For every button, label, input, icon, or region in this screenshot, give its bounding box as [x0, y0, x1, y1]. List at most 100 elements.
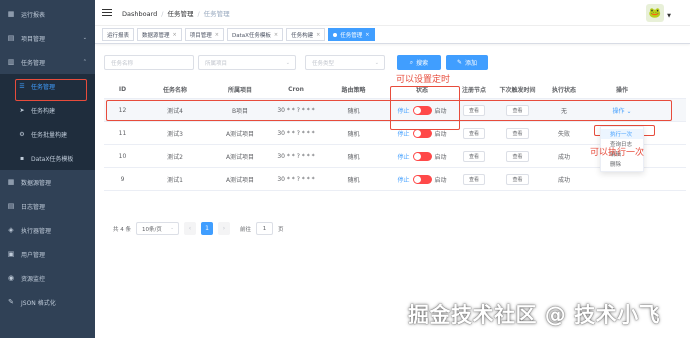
user-icon: ▣ [7, 250, 15, 258]
sidebar-item-executor[interactable]: ◈ 执行器管理 [0, 218, 95, 242]
toggle-switch[interactable] [412, 174, 432, 184]
cell-id: 11 [118, 129, 127, 137]
avatar[interactable]: 🐸 [646, 4, 664, 22]
add-button[interactable]: ✎ 添加 [446, 55, 488, 70]
sidebar-item-project[interactable]: ▤ 项目管理 ⌄ [0, 26, 95, 50]
status-switch[interactable]: 停止 启动 [397, 151, 447, 161]
cell-id: 9 [120, 175, 125, 183]
sidebar-highlight-box [15, 79, 87, 101]
cell-cron: 30 * * ? * * * [277, 129, 315, 137]
tag-label: 运行报表 [107, 32, 130, 39]
sidebar-sub-task-batch[interactable]: ⚙ 任务批量构建 [0, 122, 95, 146]
breadcrumb-home[interactable]: Dashboard [122, 10, 157, 18]
page-size-select[interactable]: 10条/页 ⌄ [136, 222, 179, 235]
goto-page-input[interactable]: 1 [256, 222, 274, 235]
annotation-exec-once: 可以执行一次 [590, 148, 645, 158]
goto-label: 前往 [240, 226, 252, 233]
cell-exec: 成功 [557, 153, 570, 161]
chevron-down-icon: ⌄ [82, 35, 87, 41]
close-icon[interactable]: × [316, 32, 320, 38]
sidebar-item-user[interactable]: ▣ 用户管理 [0, 242, 95, 266]
close-icon[interactable]: × [365, 32, 369, 38]
header-op: 操作 [615, 87, 628, 94]
sidebar-item-label: 日志管理 [21, 203, 46, 211]
switch-stop-label: 停止 [397, 153, 410, 161]
view-next-button[interactable]: 查看 [506, 150, 529, 162]
sidebar-item-report[interactable]: ▦ 运行报表 [0, 2, 95, 26]
sidebar-item-json[interactable]: ✎ JSON 格式化 [0, 290, 95, 314]
sidebar-sub-label: DataX任务模板 [31, 155, 74, 163]
header-cron: Cron [288, 86, 304, 93]
switch-start-label: 启动 [434, 176, 447, 184]
close-icon[interactable]: × [173, 32, 177, 38]
page-suffix: 页 [278, 226, 284, 233]
table-row[interactable]: 9 测试1 A测试项目 30 * * ? * * * 随机 停止 启动 查看 查看… [104, 168, 686, 191]
sidebar-item-label: JSON 格式化 [21, 299, 56, 307]
tag-task-manage[interactable]: 任务管理 × [328, 28, 375, 41]
tag-datax-template[interactable]: DataX任务模板 × [226, 28, 284, 41]
close-icon[interactable]: × [215, 32, 219, 38]
header-project: 所属项目 [227, 87, 252, 94]
search-button[interactable]: ⌕ 搜索 [397, 55, 441, 70]
sidebar-item-label: 任务管理 [21, 59, 46, 67]
sidebar: ▦ 运行报表 ▤ 项目管理 ⌄ ▥ 任务管理 ⌃ ☰ 任务管理 ➤ 任务构建 ⚙… [0, 0, 95, 338]
sidebar-item-task[interactable]: ▥ 任务管理 ⌃ [0, 50, 95, 74]
header-route: 路由策略 [341, 87, 366, 94]
breadcrumb-mid: 任务管理 [167, 9, 194, 18]
close-icon[interactable]: × [274, 32, 278, 38]
task-icon: ▥ [7, 58, 15, 66]
sidebar-sub-datax-template[interactable]: ▪ DataX任务模板 [0, 146, 95, 170]
dropdown-item-delete[interactable]: 删除 [601, 159, 643, 169]
view-next-button[interactable]: 查看 [506, 127, 529, 139]
breadcrumb-current: 任务管理 [203, 9, 230, 18]
placeholder: 任务类型 [312, 60, 335, 67]
hamburger-icon[interactable] [102, 8, 112, 17]
chevron-down-icon: ⌄ [170, 226, 174, 231]
cell-route: 随机 [347, 176, 360, 184]
sidebar-item-label: 数据源管理 [21, 179, 52, 187]
search-label: 搜索 [416, 60, 429, 67]
add-label: 添加 [465, 60, 478, 67]
header-exec: 执行状态 [551, 87, 576, 94]
sidebar-item-monitor[interactable]: ◉ 资源监控 [0, 266, 95, 290]
task-name-input[interactable]: 任务名称 [104, 55, 194, 70]
next-page-button[interactable]: › [218, 222, 230, 235]
row-highlight-box [106, 100, 672, 121]
status-switch[interactable]: 停止 启动 [397, 174, 447, 184]
sidebar-item-log[interactable]: ▤ 日志管理 [0, 194, 95, 218]
tag-report[interactable]: 运行报表 [102, 28, 135, 41]
view-node-button[interactable]: 查看 [462, 173, 485, 185]
chevron-down-icon: ⌄ [374, 59, 379, 66]
edit-icon: ✎ [456, 59, 462, 66]
prev-page-button[interactable]: ‹ [184, 222, 196, 235]
dashboard-icon: ▦ [7, 10, 15, 18]
sidebar-item-label: 用户管理 [21, 251, 46, 259]
project-select[interactable]: 所属项目 ⌄ [198, 55, 296, 70]
gear-icon: ⚙ [19, 130, 25, 138]
page-number-button[interactable]: 1 [201, 222, 213, 235]
dropdown-item-exec-once[interactable]: 执行一次 [601, 129, 643, 139]
tag-task-build[interactable]: 任务构建 × [286, 28, 326, 41]
breadcrumb: Dashboard / 任务管理 / 任务管理 [122, 9, 230, 18]
task-type-select[interactable]: 任务类型 ⌄ [305, 55, 385, 70]
cell-project: A测试项目 [225, 176, 255, 184]
sidebar-item-label: 项目管理 [21, 35, 46, 43]
toggle-switch[interactable] [412, 151, 432, 161]
send-icon: ➤ [19, 106, 25, 114]
view-node-button[interactable]: 查看 [462, 150, 485, 162]
view-node-button[interactable]: 查看 [462, 127, 485, 139]
header-node: 注册节点 [461, 87, 486, 94]
view-next-button[interactable]: 查看 [506, 173, 529, 185]
chevron-up-icon: ⌃ [82, 59, 87, 65]
caret-down-icon[interactable]: ▼ [667, 13, 671, 19]
placeholder: 任务名称 [111, 60, 134, 67]
cell-cron: 30 * * ? * * * [277, 175, 315, 183]
chevron-down-icon: ⌄ [285, 59, 290, 66]
log-icon: ▤ [7, 202, 15, 210]
tag-datasource[interactable]: 数据源管理 × [137, 28, 182, 41]
sidebar-item-datasource[interactable]: ▦ 数据源管理 [0, 170, 95, 194]
cell-id: 10 [118, 152, 127, 160]
cell-project: A测试项目 [225, 130, 255, 138]
sidebar-sub-task-build[interactable]: ➤ 任务构建 [0, 98, 95, 122]
tag-project[interactable]: 项目管理 × [184, 28, 224, 41]
